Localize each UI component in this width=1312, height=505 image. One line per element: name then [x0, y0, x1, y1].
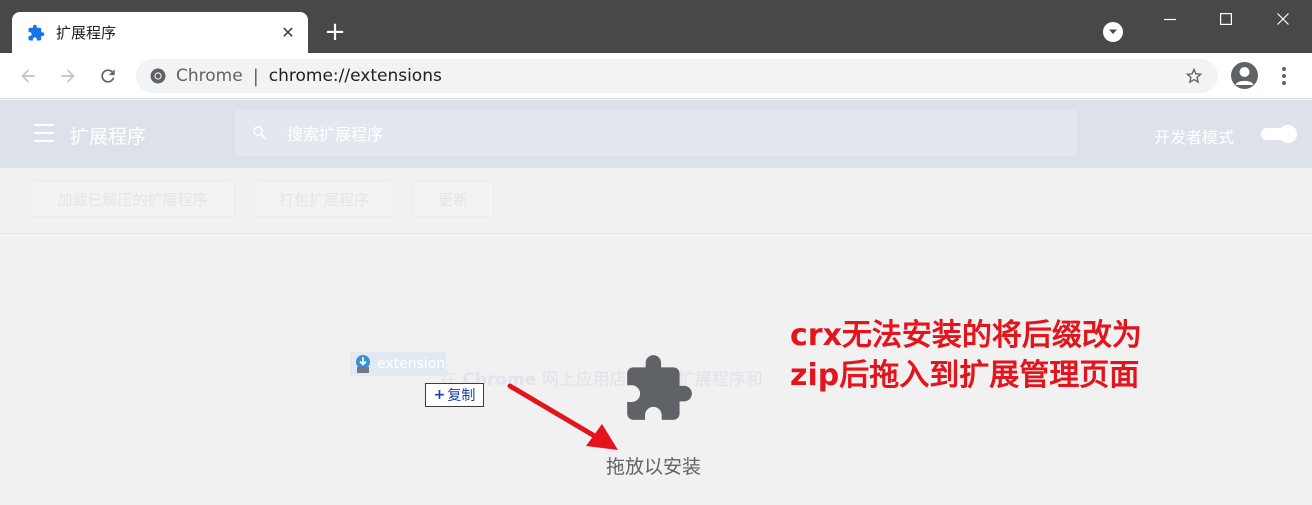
maximize-icon	[1220, 13, 1232, 25]
reload-button[interactable]	[96, 64, 120, 88]
drop-to-install-label: 拖放以安装	[606, 456, 702, 478]
extensions-header: 扩展程序 搜索扩展程序 开发者模式	[0, 100, 1312, 168]
site-chip: Chrome	[176, 66, 243, 86]
developer-mode-label: 开发者模式	[1154, 128, 1235, 147]
maximize-button[interactable]	[1206, 6, 1246, 32]
arrow-right-icon	[61, 69, 75, 83]
extension-search-input[interactable]: 搜索扩展程序	[235, 110, 1077, 156]
tab-extensions[interactable]: 扩展程序 ✕	[12, 12, 308, 53]
zip-file-icon	[353, 354, 373, 374]
annotation-arrow-icon	[507, 383, 618, 450]
extensions-action-bar: 加载已解压的扩展程序 打包扩展程序 更新	[0, 168, 1312, 234]
omnibox[interactable]: Chrome | chrome://extensions	[136, 59, 1218, 93]
load-unpacked-button[interactable]: 加载已解压的扩展程序	[30, 181, 235, 217]
close-icon	[1277, 13, 1289, 25]
bookmark-star-icon[interactable]	[1184, 66, 1204, 86]
chrome-logo-icon	[150, 68, 166, 84]
browser-toolbar: Chrome | chrome://extensions	[0, 53, 1312, 99]
update-button[interactable]: 更新	[412, 181, 494, 217]
puzzle-piece-icon	[26, 23, 46, 43]
annotation-line-1: crx无法安装的将后缀改为	[790, 318, 1142, 353]
more-menu-icon[interactable]	[1274, 65, 1294, 87]
close-window-button[interactable]	[1263, 6, 1303, 32]
page-title: 扩展程序	[70, 126, 147, 148]
minimize-icon	[1164, 18, 1176, 21]
copy-drop-tooltip: + 复制	[425, 383, 484, 407]
chevron-down-icon	[1109, 29, 1117, 34]
pack-extension-button[interactable]: 打包扩展程序	[254, 181, 394, 217]
copy-label: 复制	[447, 388, 476, 404]
close-tab-icon[interactable]: ✕	[278, 23, 298, 43]
new-tab-button[interactable]: +	[322, 19, 348, 45]
tab-title: 扩展程序	[56, 24, 117, 42]
plus-icon: +	[433, 387, 446, 403]
omnibox-separator: |	[252, 65, 259, 87]
minimize-button[interactable]	[1150, 6, 1190, 32]
arrow-left-icon	[21, 69, 35, 83]
tab-strip: 扩展程序 ✕ +	[0, 0, 1312, 53]
dragged-file[interactable]: extension	[350, 352, 446, 376]
search-icon	[253, 126, 267, 140]
developer-mode-toggle[interactable]	[1257, 125, 1297, 143]
url-text[interactable]: chrome://extensions	[269, 66, 442, 86]
forward-button[interactable]	[56, 64, 80, 88]
dragged-file-name: extension	[377, 356, 446, 372]
tab-search-button[interactable]	[1103, 22, 1123, 42]
reload-icon	[101, 69, 115, 83]
drop-puzzle-icon	[621, 352, 695, 426]
back-button[interactable]	[16, 64, 40, 88]
profile-avatar-icon[interactable]	[1231, 62, 1258, 89]
hamburger-menu-icon[interactable]	[34, 124, 54, 142]
annotation-text: crx无法安装的将后缀改为 zip后拖入到扩展管理页面	[790, 316, 1142, 396]
search-placeholder: 搜索扩展程序	[287, 125, 384, 144]
annotation-line-2: zip后拖入到扩展管理页面	[790, 358, 1140, 393]
